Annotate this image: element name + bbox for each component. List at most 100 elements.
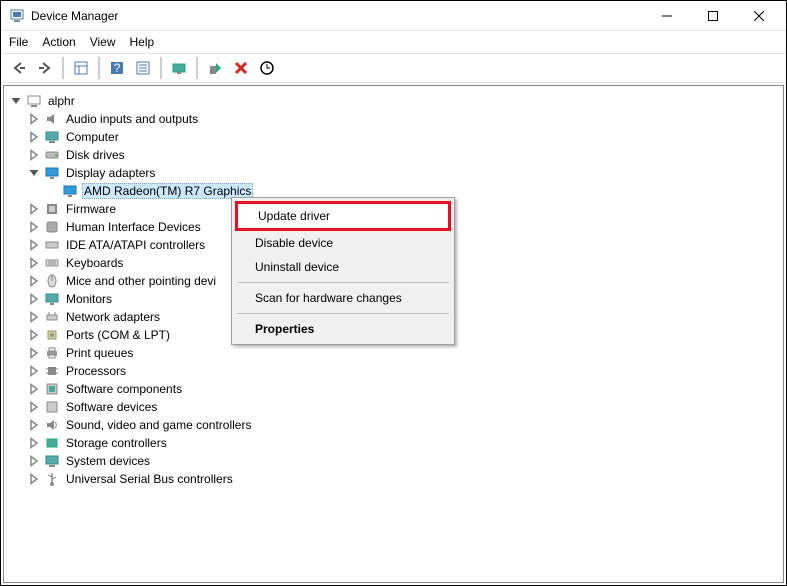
tree-item[interactable]: Universal Serial Bus controllers (4, 470, 783, 488)
svg-text:?: ? (114, 61, 121, 75)
node-label: Display adapters (64, 166, 157, 180)
node-label: Disk drives (64, 148, 127, 162)
node-label: Monitors (64, 292, 114, 306)
port-icon (44, 327, 60, 343)
uninstall-device-button[interactable] (229, 56, 253, 80)
caret-right-icon[interactable] (28, 275, 40, 287)
audio-icon (44, 111, 60, 127)
tree-item[interactable]: Print queues (4, 344, 783, 362)
menubar: File Action View Help (1, 31, 786, 53)
node-label: Sound, video and game controllers (64, 418, 253, 432)
maximize-button[interactable] (690, 1, 736, 31)
toolbar-separator (160, 57, 162, 79)
menu-properties[interactable]: Properties (235, 317, 451, 341)
enable-device-button[interactable] (203, 56, 227, 80)
caret-right-icon[interactable] (28, 347, 40, 359)
processor-icon (44, 363, 60, 379)
toolbar-separator (98, 57, 100, 79)
menu-view[interactable]: View (90, 35, 116, 49)
menu-update-driver[interactable]: Update driver (235, 201, 451, 231)
caret-right-icon[interactable] (28, 437, 40, 449)
monitor-icon (44, 291, 60, 307)
node-label: Print queues (64, 346, 135, 360)
node-label: Human Interface Devices (64, 220, 203, 234)
caret-right-icon[interactable] (28, 419, 40, 431)
node-label: Network adapters (64, 310, 162, 324)
tree-item[interactable]: Software devices (4, 398, 783, 416)
menu-disable-device[interactable]: Disable device (235, 231, 451, 255)
tree-item[interactable]: Audio inputs and outputs (4, 110, 783, 128)
device-manager-window: Device Manager File Action View Help ? a… (0, 0, 787, 586)
node-label: Processors (64, 364, 128, 378)
properties-button[interactable] (131, 56, 155, 80)
tree-item[interactable]: Disk drives (4, 146, 783, 164)
update-driver-button[interactable] (255, 56, 279, 80)
caret-right-icon[interactable] (28, 257, 40, 269)
tree-item[interactable]: Storage controllers (4, 434, 783, 452)
menu-file[interactable]: File (9, 35, 28, 49)
hid-icon (44, 219, 60, 235)
disk-icon (44, 147, 60, 163)
toolbar-separator (196, 57, 198, 79)
mouse-icon (44, 273, 60, 289)
firmware-icon (44, 201, 60, 217)
storage-icon (44, 435, 60, 451)
tree-root[interactable]: alphr (4, 92, 783, 110)
usb-icon (44, 471, 60, 487)
minimize-button[interactable] (644, 1, 690, 31)
caret-right-icon[interactable] (28, 113, 40, 125)
computer-icon (26, 93, 42, 109)
caret-right-icon[interactable] (28, 329, 40, 341)
app-icon (9, 8, 25, 24)
node-label: Software devices (64, 400, 159, 414)
scan-hardware-button[interactable] (167, 56, 191, 80)
menu-action[interactable]: Action (42, 35, 75, 49)
toolbar-separator (62, 57, 64, 79)
toolbar: ? (1, 53, 786, 83)
caret-right-icon[interactable] (28, 365, 40, 377)
context-menu: Update driver Disable device Uninstall d… (231, 197, 455, 345)
caret-right-icon[interactable] (28, 203, 40, 215)
node-label: Software components (64, 382, 184, 396)
forward-button[interactable] (33, 56, 57, 80)
window-title: Device Manager (31, 9, 644, 23)
node-label: Audio inputs and outputs (64, 112, 200, 126)
tree-item[interactable]: Software components (4, 380, 783, 398)
caret-right-icon[interactable] (28, 239, 40, 251)
titlebar: Device Manager (1, 1, 786, 31)
tree-item[interactable]: Sound, video and game controllers (4, 416, 783, 434)
show-hide-tree-button[interactable] (69, 56, 93, 80)
tree-item[interactable]: System devices (4, 452, 783, 470)
caret-right-icon[interactable] (28, 293, 40, 305)
node-label: alphr (46, 94, 77, 108)
caret-right-icon[interactable] (28, 401, 40, 413)
tree-item[interactable]: Computer (4, 128, 783, 146)
menu-uninstall-device[interactable]: Uninstall device (235, 255, 451, 279)
caret-down-icon[interactable] (10, 95, 22, 107)
help-button[interactable]: ? (105, 56, 129, 80)
sound-icon (44, 417, 60, 433)
caret-down-icon[interactable] (28, 167, 40, 179)
software-icon (44, 381, 60, 397)
node-label: Keyboards (64, 256, 125, 270)
caret-right-icon[interactable] (28, 149, 40, 161)
menu-help[interactable]: Help (130, 35, 155, 49)
tree-item-display-adapters[interactable]: Display adapters (4, 164, 783, 182)
menu-scan-hardware[interactable]: Scan for hardware changes (235, 286, 451, 310)
caret-right-icon[interactable] (28, 473, 40, 485)
close-button[interactable] (736, 1, 782, 31)
node-label: Storage controllers (64, 436, 169, 450)
back-button[interactable] (7, 56, 31, 80)
tree-item[interactable]: Processors (4, 362, 783, 380)
caret-right-icon[interactable] (28, 311, 40, 323)
display-icon (44, 165, 60, 181)
network-icon (44, 309, 60, 325)
display-icon (62, 183, 78, 199)
caret-right-icon[interactable] (28, 221, 40, 233)
no-caret (46, 185, 58, 197)
node-label: AMD Radeon(TM) R7 Graphics (82, 183, 253, 199)
caret-right-icon[interactable] (28, 131, 40, 143)
caret-right-icon[interactable] (28, 383, 40, 395)
caret-right-icon[interactable] (28, 455, 40, 467)
node-label: Computer (64, 130, 121, 144)
